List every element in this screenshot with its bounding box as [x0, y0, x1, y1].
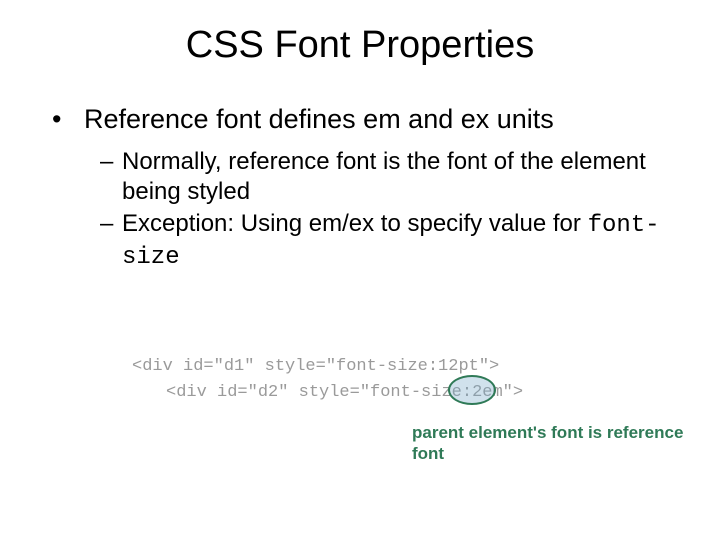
caption-text: parent element's font is reference font [412, 422, 720, 465]
sub-bullets: – Normally, reference font is the font o… [100, 147, 680, 273]
code-line-2-post: "> [503, 383, 523, 402]
bullet-level-1: • Reference font defines em and ex units [48, 103, 680, 137]
code-line-1: <div id="d1" style="font-size:12pt"> [132, 357, 499, 376]
highlight-oval-icon [448, 375, 496, 405]
code-line-2-pre: <div id="d2" style="font-size: [132, 383, 472, 402]
slide-content: • Reference font defines em and ex units… [48, 103, 680, 273]
sub-bullet-2a: Exception: Using em/ex to specify value … [122, 210, 588, 237]
slide-title: CSS Font Properties [0, 24, 720, 67]
sub-bullet-2-text: Exception: Using em/ex to specify value … [122, 209, 680, 273]
bullet-1-text: Reference font defines em and ex units [84, 103, 554, 137]
sub-bullet-1-text: Normally, reference font is the font of … [122, 147, 680, 207]
bullet-level-2: – Exception: Using em/ex to specify valu… [100, 209, 680, 273]
bullet-level-2: – Normally, reference font is the font o… [100, 147, 680, 207]
dash-icon: – [100, 147, 122, 207]
dash-icon: – [100, 209, 122, 273]
bullet-dot-icon: • [48, 103, 84, 137]
slide: CSS Font Properties • Reference font def… [0, 24, 720, 540]
